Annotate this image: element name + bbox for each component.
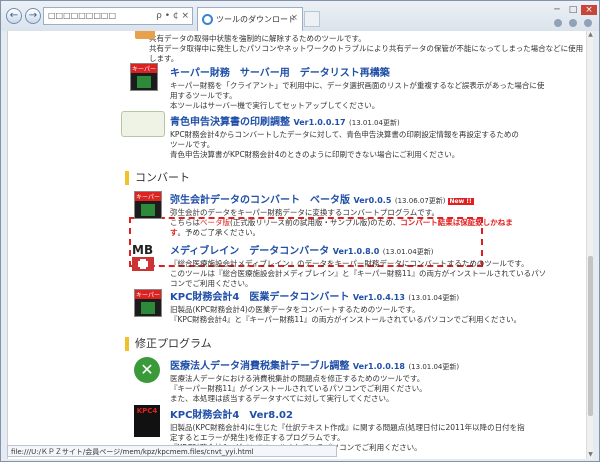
tab-title: ツールのダウンロード	[216, 15, 296, 24]
date-label: (13.01.04更新)	[382, 248, 434, 256]
desc-line: このツールは『総合医療施設会計メディブレイン』と『キーパー財務11』の両方がイン…	[170, 269, 547, 278]
desc-line: 本ツールはサーバー機で実行してセットアップしてください。	[170, 101, 380, 110]
list-item-server: キーパー財務 サーバー用 データリスト再構築 キーパー財務を「クライアント」で利…	[170, 64, 588, 111]
warning-text: す	[170, 228, 178, 237]
item-title-link[interactable]: 医療法人データ消費税集計テーブル調整	[170, 361, 349, 372]
section-heading-fix: 修正プログラム	[125, 337, 212, 351]
vertical-scrollbar[interactable]: ▲ ▼	[586, 31, 593, 459]
warning-text: コンバート結果は保証致しかねま	[400, 218, 513, 227]
desc-text: (正式版リリース前の試用版・サンプル版)のため、	[230, 218, 401, 227]
favorites-icon[interactable]	[569, 19, 577, 27]
desc-line: 青色申告決算書がKPC財務会計4のときのように印刷できない場合にご利用ください。	[170, 150, 460, 159]
keeper-convert-icon: キーパー	[134, 191, 162, 219]
kpc4-icon: KPC4	[134, 405, 160, 437]
back-button[interactable]: ←	[6, 8, 22, 24]
desc-line: また、本処理は該当するデータすべてに対して実行してください。	[170, 394, 394, 403]
item-title-link[interactable]: メディブレイン データコンバータ	[170, 246, 329, 257]
date-label: (13.06.07更新)	[394, 197, 446, 205]
close-button[interactable]: ×	[581, 5, 597, 15]
keeper-logo-text: キーパー	[135, 290, 161, 299]
item-title-link[interactable]: キーパー財務 サーバー用 データリスト再構築	[170, 64, 588, 79]
version-label: Ver1.0.8.0	[332, 247, 380, 256]
tab-active[interactable]: ツールのダウンロード ×	[197, 7, 303, 31]
list-item-medical-tax: 医療法人データ消費税集計テーブル調整 Ver1.0.0.18 (13.01.04…	[170, 357, 588, 404]
desc-text: こちらは	[170, 218, 200, 227]
list-item-kpc4: KPC財務会計4 医業データコンバート Ver1.0.4.13 (13.01.0…	[170, 288, 588, 325]
date-label: (13.01.04更新)	[408, 294, 460, 302]
list-item-aoiro: 青色申告決算書の印刷調整 Ver1.0.0.17 (13.01.04更新) KP…	[170, 113, 588, 160]
status-bar-url: file:///U:/ＫＰＺサイト/会員ページ/mem/kpz/kpcmem.f…	[7, 445, 337, 457]
kpc4-logo-text: KPC4	[134, 405, 160, 437]
forward-arrow-icon: →	[28, 10, 38, 21]
beta-label: ベータ版	[200, 218, 230, 227]
desc-line: 医療法人データにおける消費税集計の問題点を修正するためのツールです。	[170, 374, 425, 383]
version-label: Ver0.0.5	[353, 196, 392, 205]
address-tools[interactable]: ρ • ¢ ×	[145, 7, 193, 25]
prev-item-desc: 共有データの取得中状態を強制的に解除するためのツールです。 共有データ取得中に発…	[149, 32, 588, 64]
date-label: (13.01.04更新)	[349, 119, 400, 127]
scroll-thumb[interactable]	[588, 256, 593, 416]
page-content: 共有データの取得中状態を強制的に解除するためのツールです。 共有データ取得中に発…	[7, 31, 588, 459]
ie-icon	[202, 14, 213, 25]
desc-line: 弥生会計のデータをキーパー財務データに変換するコンバートプログラムです。	[170, 208, 439, 217]
browser-window: ← → □□□□□□□□□ ρ • ¢ × ツールのダウンロード × ─ □ ×…	[0, 0, 600, 462]
wrench-icon: ✕	[134, 357, 162, 385]
desc-line: 用するツールです。	[170, 91, 237, 100]
desc-line: 『KPC財務会計4』と『キーパー財務11』の両方がインストールされているパソコン…	[170, 315, 522, 324]
tab-close-icon[interactable]: ×	[290, 13, 298, 23]
desc-line: す。予めご了承ください。	[170, 228, 588, 238]
back-arrow-icon: ←	[9, 10, 19, 21]
desc-line: 『キーパー財務11』がインストールされているパソコンでご利用ください。	[170, 384, 427, 393]
item-title-link[interactable]: 青色申告決算書の印刷調整	[170, 117, 290, 128]
scroll-up-icon[interactable]: ▲	[587, 31, 594, 39]
desc-line: KPC財務会計4からコンバートしたデータに対して、青色申告決算書の印刷設定情報を…	[170, 130, 519, 139]
scroll-down-icon[interactable]: ▼	[587, 451, 594, 459]
desc-line: こちらはベータ版(正式版リリース前の試用版・サンプル版)のため、コンバート結果は…	[170, 218, 588, 228]
date-label: (13.01.04更新)	[408, 363, 460, 371]
desc-line: キーパー財務を「クライアント」で利用中に、データ選択画面のリストが重複するなど誤…	[170, 81, 545, 90]
version-label: Ver1.0.0.17	[293, 118, 346, 127]
section-heading-convert: コンバート	[125, 171, 190, 185]
gear-icon[interactable]	[584, 19, 592, 27]
new-badge: New !!	[447, 198, 474, 205]
item-title-link[interactable]: KPC財務会計4 Ver8.02	[170, 406, 588, 421]
mb-icon: MB	[132, 243, 160, 275]
keeper-logo-text: キーパー	[135, 192, 161, 201]
version-label: Ver1.0.0.18	[352, 362, 405, 371]
desc-line: 定するとエラーが発生)を修正するプログラムです。	[170, 433, 345, 442]
desc-line: 旧製品(KPC財務会計4)に生じた『仕訳テキスト作成』に関する問題点(処理日付に…	[170, 423, 525, 432]
desc-line: 旧製品(KPC財務会計4)の医業データをコンバートするためのツールです。	[170, 305, 420, 314]
desc-line: ツールです。	[170, 140, 215, 149]
desc-line: 共有データの取得中状態を強制的に解除するためのツールです。	[149, 34, 366, 43]
browser-titlebar: ← → □□□□□□□□□ ρ • ¢ × ツールのダウンロード × ─ □ ×	[1, 1, 599, 31]
new-tab-button[interactable]	[304, 11, 320, 27]
home-icon[interactable]	[554, 19, 562, 27]
keeper-server-icon: キーパー	[130, 63, 158, 91]
item-title-link[interactable]: 弥生会計データのコンバート ベータ版	[170, 195, 350, 206]
app-icon	[135, 31, 155, 41]
list-item-medi: メディブレイン データコンバータ Ver1.0.8.0 (13.01.04更新)…	[170, 242, 588, 289]
print-settings-icon	[121, 111, 165, 141]
keeper-kpc4-icon: キーパー	[134, 289, 162, 317]
mb-logo-text: MB	[132, 243, 154, 257]
desc-line: 共有データ取得中に発生したパソコンやネットワークのトラブルにより共有データの保管…	[149, 44, 584, 63]
minimize-button[interactable]: ─	[549, 5, 565, 15]
keeper-logo-text: キーパー	[131, 64, 157, 73]
desc-line: 『総合医療施設会計メディブレイン』のデータをキーパー財務データにコンバートするた…	[170, 259, 529, 268]
maximize-button[interactable]: □	[565, 5, 581, 15]
version-label: Ver1.0.4.13	[352, 293, 405, 302]
list-item-yayoi: 弥生会計データのコンバート ベータ版 Ver0.0.5 (13.06.07更新)…	[170, 191, 588, 238]
desc-text: 。予めご了承ください。	[177, 228, 261, 237]
forward-button[interactable]: →	[25, 8, 41, 24]
item-title-link[interactable]: KPC財務会計4 医業データコンバート	[170, 292, 349, 303]
